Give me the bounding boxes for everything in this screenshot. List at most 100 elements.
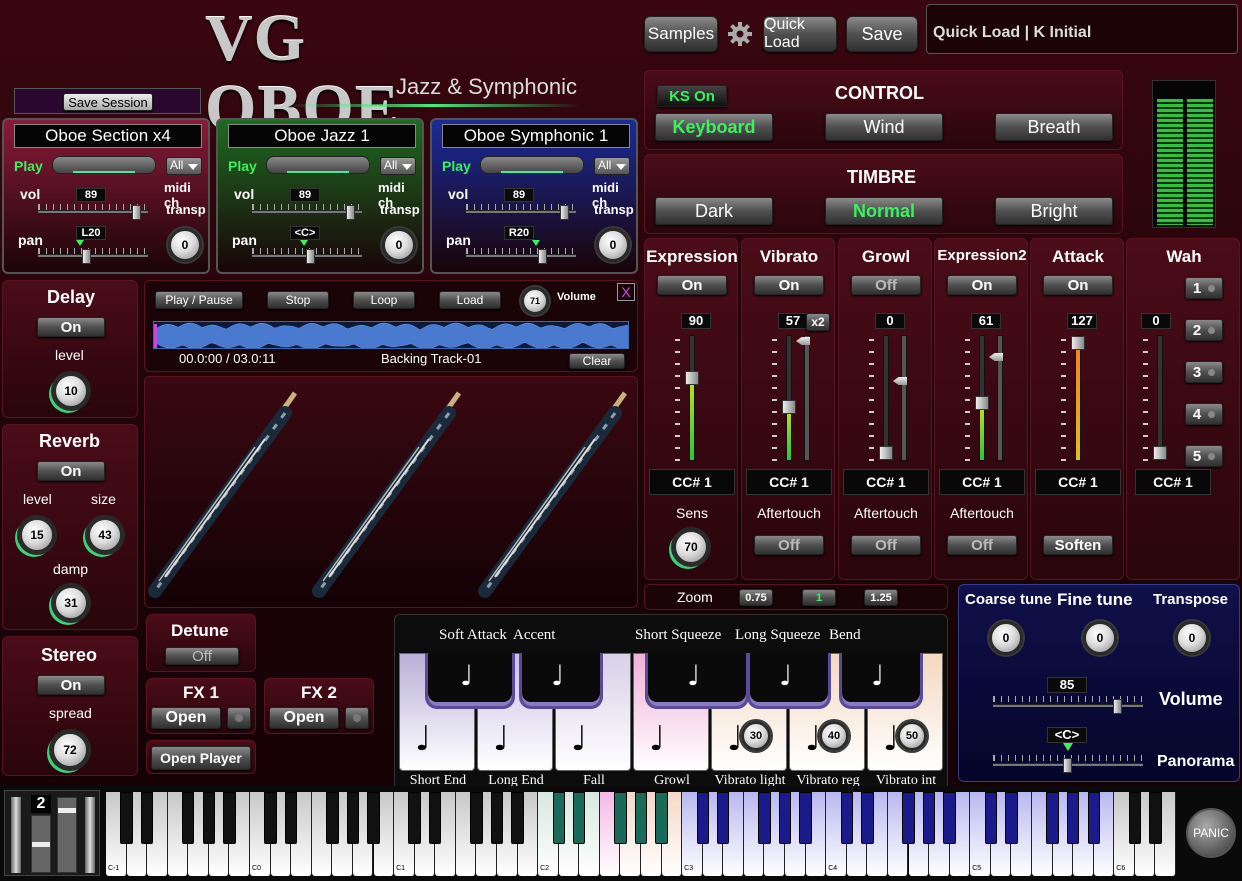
black-key[interactable]	[470, 792, 483, 844]
black-key[interactable]	[408, 792, 421, 844]
cc-assign[interactable]: CC# 1	[843, 469, 929, 495]
controller-option-button[interactable]: Off	[947, 535, 1017, 555]
black-key[interactable]	[840, 792, 853, 844]
load-button[interactable]: Load	[439, 291, 501, 309]
vibrato-depth-knob[interactable]: 50	[897, 721, 927, 751]
cc-assign[interactable]: CC# 1	[1135, 469, 1211, 495]
master-pan-slider[interactable]	[993, 758, 1143, 773]
timbre-dark-button[interactable]: Dark	[655, 197, 773, 225]
fader-thumb[interactable]	[782, 400, 796, 414]
control-breath-button[interactable]: Breath	[995, 113, 1113, 141]
zoom-075-button[interactable]: 0.75	[739, 589, 773, 606]
transpose-knob[interactable]: 0	[1175, 621, 1209, 655]
vibrato-depth-knob[interactable]: 40	[819, 721, 849, 751]
pan-slider[interactable]	[38, 249, 148, 264]
black-key[interactable]	[326, 792, 339, 844]
fader-thumb[interactable]	[685, 371, 699, 385]
fx2-open-button[interactable]: Open	[269, 707, 339, 729]
delay-level-knob[interactable]: 10	[53, 373, 89, 409]
transpose-knob[interactable]: 0	[382, 228, 416, 262]
cc-assign[interactable]: CC# 1	[649, 469, 735, 495]
save-button[interactable]: Save	[846, 16, 918, 52]
controller-toggle[interactable]: On	[657, 275, 727, 295]
controller-option-button[interactable]: Soften	[1043, 535, 1113, 555]
reverb-size-knob[interactable]: 43	[87, 517, 123, 553]
timbre-bright-button[interactable]: Bright	[995, 197, 1113, 225]
pan-slider[interactable]	[252, 249, 362, 264]
controller-toggle[interactable]: On	[1043, 275, 1113, 295]
vol-thumb[interactable]	[346, 205, 355, 220]
detune-toggle[interactable]: Off	[165, 647, 239, 665]
fx2-power-icon[interactable]	[345, 707, 369, 729]
controller-fader[interactable]	[1071, 335, 1085, 461]
octave-slider[interactable]	[31, 815, 51, 873]
black-key[interactable]	[902, 792, 915, 844]
fx1-power-icon[interactable]	[227, 707, 251, 729]
midi-channel-select[interactable]: All	[166, 157, 202, 175]
reverb-toggle[interactable]: On	[37, 461, 105, 481]
wah-preset-button[interactable]: 3	[1185, 361, 1223, 383]
black-key[interactable]	[573, 792, 586, 844]
black-key[interactable]	[943, 792, 956, 844]
clear-button[interactable]: Clear	[569, 353, 625, 369]
black-key[interactable]	[346, 792, 360, 844]
aftertouch-range[interactable]	[901, 335, 907, 461]
player-volume-knob[interactable]: 71	[521, 287, 549, 315]
black-key[interactable]	[778, 792, 792, 844]
ks-toggle[interactable]: KS On	[657, 85, 727, 107]
stereo-toggle[interactable]: On	[37, 675, 105, 695]
transpose-knob[interactable]: 0	[596, 228, 630, 262]
black-key[interactable]	[799, 792, 812, 844]
black-key[interactable]	[429, 792, 442, 844]
vol-slider[interactable]	[38, 205, 148, 220]
timbre-normal-button[interactable]: Normal	[825, 197, 943, 225]
vol-thumb[interactable]	[560, 205, 569, 220]
controller-toggle[interactable]: On	[947, 275, 1017, 295]
wah-preset-button[interactable]: 5	[1185, 445, 1223, 467]
controller-fader[interactable]	[685, 335, 699, 461]
black-key[interactable]	[182, 792, 195, 844]
black-key[interactable]	[922, 792, 936, 844]
samples-button[interactable]: Samples	[644, 16, 718, 52]
controller-fader[interactable]	[782, 335, 796, 461]
mod-wheel[interactable]	[57, 797, 77, 873]
cc-assign[interactable]: CC# 1	[939, 469, 1025, 495]
mod-wheel-2[interactable]	[85, 797, 95, 873]
controller-toggle[interactable]: On	[754, 275, 824, 295]
waveform-display[interactable]	[153, 321, 629, 349]
black-key[interactable]	[120, 792, 133, 844]
black-key[interactable]	[634, 792, 648, 844]
fader-thumb[interactable]	[1071, 336, 1085, 350]
pan-thumb[interactable]	[306, 249, 315, 264]
reverb-damp-knob[interactable]: 31	[53, 585, 89, 621]
loop-button[interactable]: Loop	[353, 291, 415, 309]
close-icon[interactable]: X	[617, 283, 635, 301]
fader-thumb[interactable]	[975, 396, 989, 410]
wah-preset-button[interactable]: 1	[1185, 277, 1223, 299]
black-key[interactable]	[1087, 792, 1100, 844]
zoom-1-button[interactable]: 1	[802, 589, 836, 606]
black-key[interactable]	[1046, 792, 1059, 844]
pan-thumb[interactable]	[82, 249, 91, 264]
aftertouch-range[interactable]	[804, 335, 810, 461]
fx1-open-button[interactable]: Open	[151, 707, 221, 729]
gear-icon[interactable]	[726, 20, 754, 48]
piano-keyboard[interactable]: C-1 C0 C1 C2 C3 C4 C5 C6	[106, 792, 1176, 876]
master-volume-thumb[interactable]	[1113, 699, 1122, 714]
controller-toggle[interactable]: Off	[851, 275, 921, 295]
transpose-knob[interactable]: 0	[168, 228, 202, 262]
controller-fader[interactable]	[879, 335, 893, 461]
fader-thumb[interactable]	[1153, 446, 1167, 460]
black-key[interactable]	[1149, 792, 1162, 844]
sens-knob[interactable]: 70	[673, 529, 709, 565]
zoom-125-button[interactable]: 1.25	[864, 589, 898, 606]
panic-button[interactable]: PANIC	[1186, 808, 1236, 858]
black-key[interactable]	[1128, 792, 1142, 844]
black-key[interactable]	[490, 792, 504, 844]
aftertouch-marker[interactable]	[893, 377, 907, 385]
black-key[interactable]	[614, 792, 627, 844]
instrument-name[interactable]: Oboe Symphonic 1	[442, 124, 630, 148]
vol-thumb[interactable]	[132, 205, 141, 220]
pan-thumb[interactable]	[538, 249, 547, 264]
instrument-name[interactable]: Oboe Jazz 1	[228, 124, 416, 148]
